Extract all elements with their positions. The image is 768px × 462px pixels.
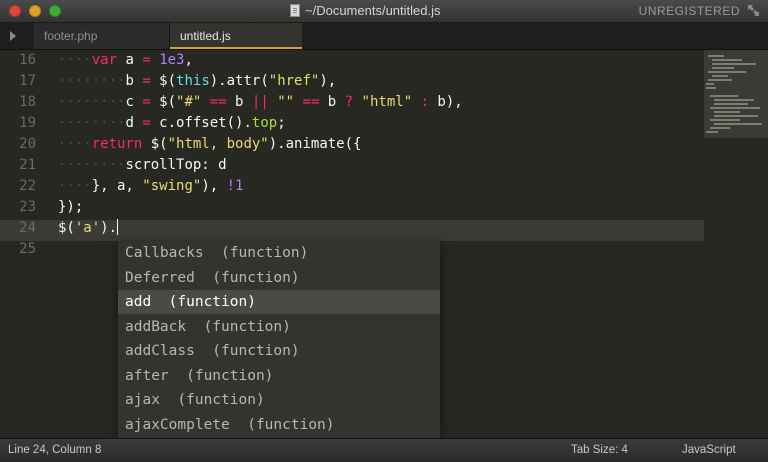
- syntax-selector[interactable]: JavaScript: [682, 444, 736, 456]
- line-number: 22: [19, 178, 36, 194]
- minimize-icon[interactable]: [29, 5, 41, 17]
- line-number: 24: [19, 220, 36, 236]
- line-number: 20: [19, 136, 36, 152]
- autocomplete-item[interactable]: addBack (function): [118, 315, 440, 339]
- line-number: 25: [19, 241, 36, 257]
- text-cursor: [117, 219, 119, 235]
- tab-untitled-js[interactable]: untitled.js: [170, 23, 302, 49]
- cursor-position: Line 24, Column 8: [8, 444, 102, 456]
- code-line[interactable]: ········b = $(this).attr("href"),: [58, 71, 336, 92]
- autocomplete-item[interactable]: addClass (function): [118, 339, 440, 363]
- minimap[interactable]: [704, 50, 768, 138]
- line-number: 19: [19, 115, 36, 131]
- code-line[interactable]: ····}, a, "swing"), !1: [58, 176, 243, 197]
- fullscreen-icon[interactable]: [747, 4, 760, 17]
- code-line[interactable]: ····return $("html, body").animate({: [58, 134, 361, 155]
- document-icon: [290, 4, 300, 17]
- line-number: 23: [19, 199, 36, 215]
- autocomplete-item[interactable]: ajax (function): [118, 388, 440, 412]
- zoom-icon[interactable]: [49, 5, 61, 17]
- status-bar: Line 24, Column 8 Tab Size: 4 JavaScript: [0, 438, 768, 462]
- window-title: ~/Documents/untitled.js: [305, 3, 441, 18]
- code-line[interactable]: ········d = c.offset().top;: [58, 113, 286, 134]
- unregistered-label: UNREGISTERED: [638, 4, 740, 18]
- autocomplete-popup: Callbacks (function) Deferred (function)…: [118, 241, 440, 438]
- tab-bar: footer.php untitled.js: [0, 23, 768, 50]
- close-icon[interactable]: [9, 5, 21, 17]
- tab-size-selector[interactable]: Tab Size: 4: [571, 444, 628, 456]
- code-line[interactable]: ····var a = 1e3,: [58, 50, 193, 71]
- autocomplete-item[interactable]: Deferred (function): [118, 266, 440, 290]
- code-line[interactable]: $('a').: [58, 218, 119, 239]
- play-icon[interactable]: [10, 31, 16, 41]
- line-number: 18: [19, 94, 36, 110]
- autocomplete-item[interactable]: ajaxComplete (function): [118, 413, 440, 437]
- autocomplete-item[interactable]: Callbacks (function): [118, 241, 440, 265]
- code-line[interactable]: ········c = $("#" == b || "" == b ? "htm…: [58, 92, 463, 113]
- tab-footer-php[interactable]: footer.php: [34, 23, 170, 49]
- title-bar: ~/Documents/untitled.js UNREGISTERED: [0, 0, 768, 23]
- line-number: 17: [19, 73, 36, 89]
- line-number: 21: [19, 157, 36, 173]
- autocomplete-item[interactable]: after (function): [118, 364, 440, 388]
- autocomplete-item[interactable]: add (function): [118, 290, 440, 314]
- code-line[interactable]: });: [58, 197, 83, 218]
- line-number: 16: [19, 52, 36, 68]
- code-line[interactable]: ········scrollTop: d: [58, 155, 227, 176]
